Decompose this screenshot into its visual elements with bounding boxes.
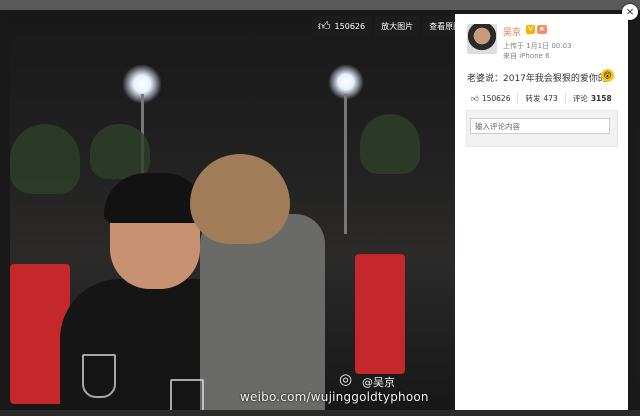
comment-action[interactable]: 评论 3158 xyxy=(564,93,619,104)
palm-tree xyxy=(360,114,420,174)
repost-label: 转发 xyxy=(525,94,541,103)
side-panel: 吴京 V ★ 上传于 1月1日 00:03 来自 iPhone 6 老婆说：20… xyxy=(455,14,628,410)
wine-glass xyxy=(82,354,116,398)
repost-action[interactable]: 转发 473 xyxy=(517,93,564,104)
photo-viewer[interactable] xyxy=(10,14,455,410)
like-count: 150626 xyxy=(334,22,366,31)
watermark-url: weibo.com/wujinggoldtyphoon xyxy=(240,390,429,404)
thumbs-up-icon: 👍︎ xyxy=(318,19,331,33)
photo-toolbar: 👍︎ 150626 放大图片 查看原图 xyxy=(312,16,468,37)
bottom-thumbnail-strip xyxy=(0,410,640,416)
like-action[interactable]: 👍︎ 150626 xyxy=(467,93,517,104)
watermark-user: @吴京 xyxy=(362,376,395,389)
weibo-logo-icon: ◎ xyxy=(339,370,353,388)
post-text: 老婆说：2017年我会狠狠的爱你的！ xyxy=(467,74,616,84)
browser-top-strip xyxy=(0,0,640,10)
post-actions: 👍︎ 150626 转发 473 评论 3158 xyxy=(467,93,619,104)
post-source: 来自 iPhone 6 xyxy=(503,52,550,60)
comment-box: 输入评论内容 xyxy=(466,110,618,147)
woman-figure xyxy=(180,154,330,410)
comment-input[interactable]: 输入评论内容 xyxy=(470,118,610,134)
avatar[interactable] xyxy=(467,24,497,54)
palm-tree xyxy=(90,124,150,179)
wine-glass xyxy=(170,379,204,410)
emoji-icon: 😲︎ xyxy=(601,69,614,82)
repost-count: 473 xyxy=(543,94,558,103)
like-action-count: 150626 xyxy=(481,94,511,103)
light-pole xyxy=(344,94,347,234)
username-link[interactable]: 吴京 xyxy=(503,25,521,38)
level-badge-icon: ★ xyxy=(537,25,547,34)
comment-label: 评论 xyxy=(572,94,588,103)
post-timestamp: 上传于 1月1日 00:03 xyxy=(503,42,572,50)
red-chair xyxy=(355,254,405,374)
like-button[interactable]: 👍︎ 150626 xyxy=(312,16,372,37)
enlarge-image-button[interactable]: 放大图片 xyxy=(375,16,420,37)
comment-count: 3158 xyxy=(590,94,612,103)
verified-badge-icon: V xyxy=(526,25,535,34)
thumbs-up-icon: 👍︎ xyxy=(471,93,479,103)
